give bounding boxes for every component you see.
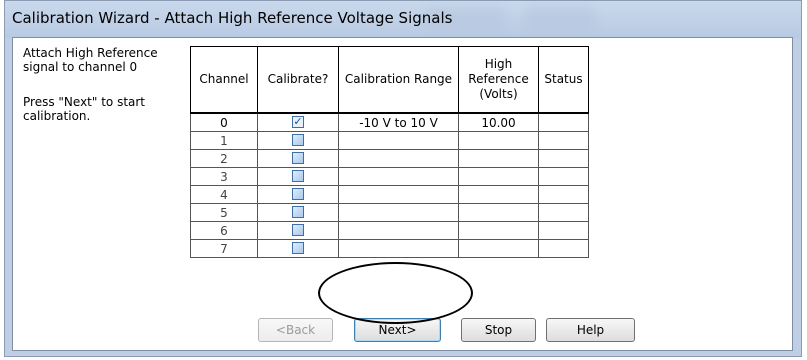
table-row[interactable]: 1 <box>190 131 589 150</box>
high-reference-cell <box>458 131 539 150</box>
calibration-range-cell <box>338 149 459 168</box>
calibration-range-cell <box>338 131 459 150</box>
help-button[interactable]: Help <box>546 318 635 342</box>
table-row[interactable]: 2 <box>190 149 589 168</box>
high-reference-cell: 10.00 <box>458 112 539 132</box>
calibrate-checkbox[interactable] <box>292 170 304 182</box>
calibration-range-cell <box>338 167 459 186</box>
column-header-high-reference: High Reference (Volts) <box>458 46 539 114</box>
channel-cell: 0 <box>190 112 258 132</box>
calibrate-checkbox[interactable]: ✓ <box>292 116 304 128</box>
calibrate-cell <box>257 239 339 258</box>
high-reference-cell <box>458 185 539 204</box>
table-row[interactable]: 7 <box>190 239 589 258</box>
status-cell <box>538 131 589 150</box>
channel-cell: 2 <box>190 149 258 168</box>
table-header-row: Channel Calibrate? Calibration Range Hig… <box>190 46 589 114</box>
status-cell <box>538 167 589 186</box>
calibrate-cell <box>257 221 339 240</box>
title-bar-blur <box>525 7 595 31</box>
next-button[interactable]: Next> <box>354 318 441 342</box>
stop-button[interactable]: Stop <box>461 318 536 342</box>
channel-cell: 4 <box>190 185 258 204</box>
calibrate-checkbox[interactable] <box>292 242 304 254</box>
calibration-range-cell <box>338 203 459 222</box>
channel-cell: 5 <box>190 203 258 222</box>
calibration-range-cell: -10 V to 10 V <box>338 112 459 132</box>
calibrate-cell <box>257 203 339 222</box>
title-bar: Calibration Wizard - Attach High Referen… <box>5 1 801 38</box>
calibrate-cell <box>257 149 339 168</box>
status-cell <box>538 203 589 222</box>
calibration-range-cell <box>338 221 459 240</box>
table-row[interactable]: 6 <box>190 221 589 240</box>
calibration-range-cell <box>338 239 459 258</box>
calibrate-checkbox[interactable] <box>292 188 304 200</box>
calibrate-checkbox[interactable] <box>292 206 304 218</box>
calibrate-checkbox[interactable] <box>292 134 304 146</box>
table-row[interactable]: 3 <box>190 167 589 186</box>
window-title: Calibration Wizard - Attach High Referen… <box>12 9 453 27</box>
channel-cell: 7 <box>190 239 258 258</box>
high-reference-cell <box>458 167 539 186</box>
calibrate-cell <box>257 167 339 186</box>
channel-cell: 6 <box>190 221 258 240</box>
high-reference-cell <box>458 149 539 168</box>
status-cell <box>538 149 589 168</box>
calibration-table: Channel Calibrate? Calibration Range Hig… <box>190 46 589 258</box>
calibrate-cell <box>257 185 339 204</box>
column-header-channel: Channel <box>190 46 258 114</box>
wizard-content: Attach High Reference signal to channel … <box>12 37 793 351</box>
high-reference-cell <box>458 239 539 258</box>
column-header-status: Status <box>538 46 589 114</box>
back-button[interactable]: <Back <box>258 318 333 342</box>
calibrate-cell: ✓ <box>257 112 339 132</box>
calibrate-cell <box>257 131 339 150</box>
table-row[interactable]: 5 <box>190 203 589 222</box>
status-cell <box>538 185 589 204</box>
calibration-wizard-window: Calibration Wizard - Attach High Referen… <box>4 0 802 357</box>
high-reference-cell <box>458 203 539 222</box>
status-cell <box>538 112 589 132</box>
high-reference-cell <box>458 221 539 240</box>
attach-instruction: Attach High Reference signal to channel … <box>23 46 158 74</box>
status-cell <box>538 221 589 240</box>
calibration-range-cell <box>338 185 459 204</box>
column-header-calibrate: Calibrate? <box>257 46 339 114</box>
status-cell <box>538 239 589 258</box>
calibrate-checkbox[interactable] <box>292 224 304 236</box>
instructions-panel: Attach High Reference signal to channel … <box>23 46 183 144</box>
channel-cell: 3 <box>190 167 258 186</box>
calibrate-checkbox[interactable] <box>292 152 304 164</box>
column-header-calibration-range: Calibration Range <box>338 46 459 114</box>
table-row[interactable]: 4 <box>190 185 589 204</box>
channel-cell: 1 <box>190 131 258 150</box>
next-instruction: Press "Next" to start calibration. <box>23 95 146 123</box>
table-row[interactable]: 0 ✓ -10 V to 10 V 10.00 <box>190 112 589 132</box>
